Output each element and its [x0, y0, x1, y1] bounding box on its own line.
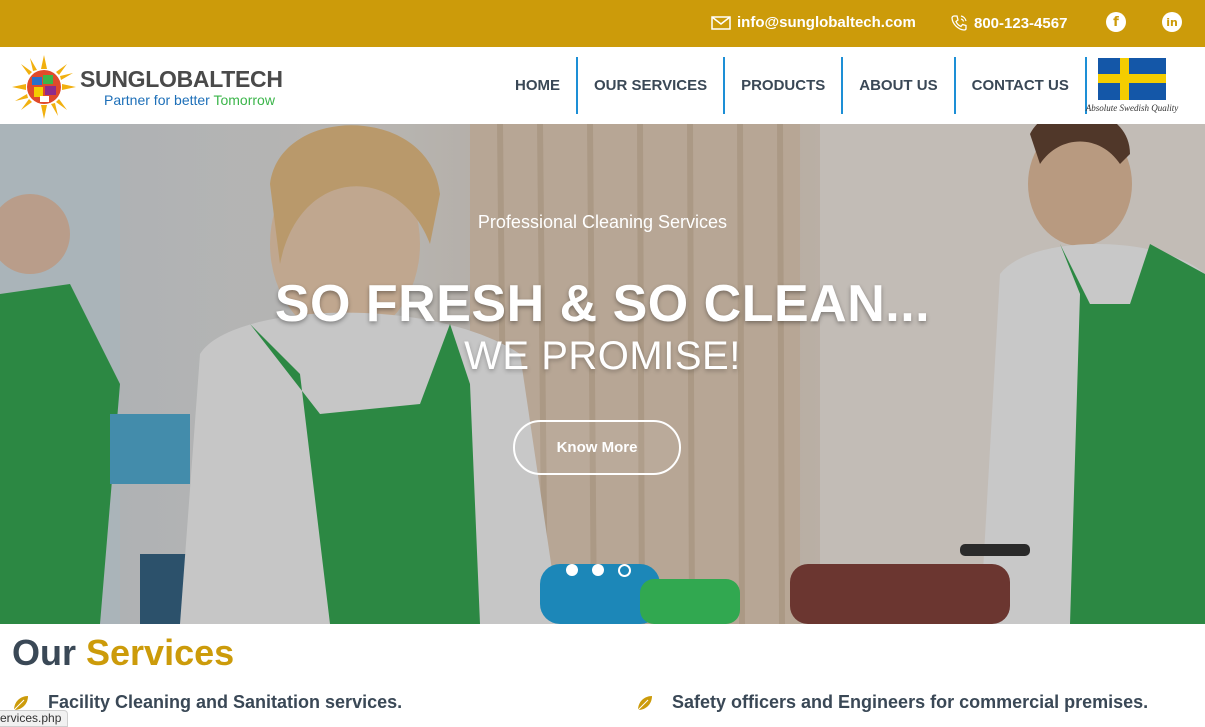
logo-tagline: Partner for better Tomorrow — [104, 92, 283, 108]
services-heading-part-2: Services — [86, 632, 235, 673]
slider-dots — [566, 564, 631, 577]
tagline-part-2: Tomorrow — [213, 92, 275, 108]
slider-dot-1[interactable] — [566, 564, 578, 576]
hero-subtitle: Professional Cleaning Services — [477, 212, 728, 232]
linkedin-icon[interactable]: in — [1162, 12, 1182, 32]
hero-slider: Professional Cleaning Services SO FRESH … — [0, 124, 1205, 624]
services-heading-part-1: Our — [12, 632, 87, 673]
facebook-icon[interactable]: f — [1106, 12, 1126, 32]
service-label: Facility Cleaning and Sanitation service… — [48, 692, 403, 712]
service-item[interactable]: Safety officers and Engineers for commer… — [636, 692, 1148, 713]
logo-name: SUNGLOBALTECH — [80, 66, 283, 92]
logo-text: SUNGLOBALTECH Partner for better Tomorro… — [80, 66, 283, 108]
service-label: Safety officers and Engineers for commer… — [672, 692, 1149, 712]
slider-dot-3[interactable] — [618, 564, 631, 577]
nav-about-us[interactable]: ABOUT US — [843, 57, 956, 114]
nav-contact-us[interactable]: CONTACT US — [956, 57, 1087, 114]
leaf-icon — [637, 695, 652, 710]
nav-our-services[interactable]: OUR SERVICES — [578, 57, 726, 114]
service-item[interactable]: Facility Cleaning and Sanitation service… — [12, 692, 402, 713]
phone-icon — [951, 15, 967, 31]
services-heading: Our Services — [12, 632, 234, 674]
leaf-icon — [13, 695, 28, 710]
tagline-part-1: Partner for better — [104, 92, 214, 108]
site-logo[interactable]: SUNGLOBALTECH Partner for better Tomorro… — [12, 55, 283, 119]
slider-dot-2[interactable] — [592, 564, 604, 576]
top-bar: info@sunglobaltech.com 800-123-4567 f in — [0, 0, 1205, 47]
sun-globe-logo-icon — [12, 55, 76, 119]
nav-products[interactable]: PRODUCTS — [725, 57, 844, 114]
phone-link[interactable]: 800-123-4567 — [950, 14, 1067, 32]
know-more-button[interactable]: Know More — [513, 420, 681, 475]
main-nav: HOME OUR SERVICES PRODUCTS ABOUT US CONT… — [500, 57, 1087, 114]
swedish-quality-badge: Absolute Swedish Quality — [1080, 56, 1184, 116]
nav-home[interactable]: HOME — [500, 57, 578, 114]
link-status-tooltip: ervices.php — [0, 710, 69, 727]
hero-tagline: WE PROMISE! — [464, 334, 741, 378]
hero-title: SO FRESH & SO CLEAN... — [274, 275, 931, 333]
email-link[interactable]: info@sunglobaltech.com — [711, 14, 916, 31]
envelope-icon — [711, 15, 731, 30]
email-text: info@sunglobaltech.com — [737, 14, 916, 31]
site-header: SUNGLOBALTECH Partner for better Tomorro… — [0, 47, 1205, 124]
phone-text: 800-123-4567 — [974, 14, 1068, 32]
swedish-flag-icon — [1098, 58, 1166, 100]
flag-caption: Absolute Swedish Quality — [1085, 103, 1179, 113]
